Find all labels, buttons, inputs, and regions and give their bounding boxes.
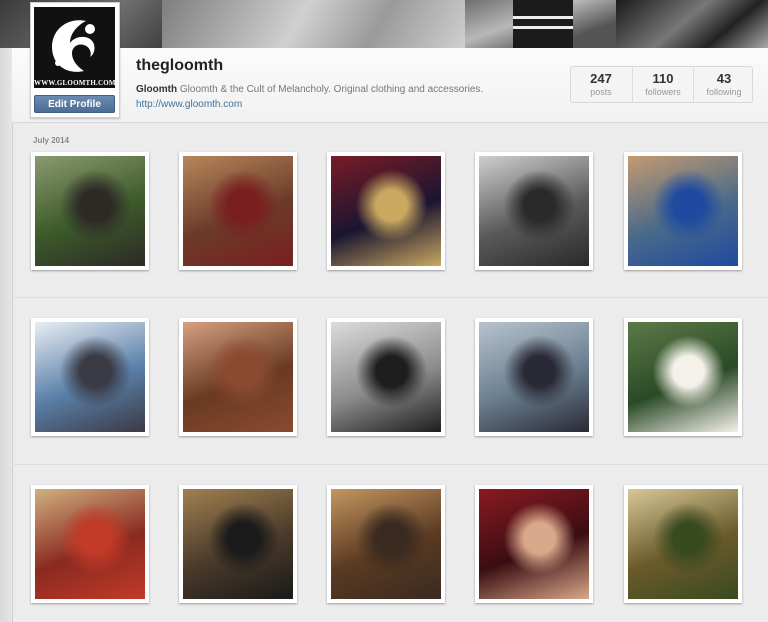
photo-ferris-wheel-sky[interactable] (31, 318, 149, 436)
edit-profile-button[interactable]: Edit Profile (34, 95, 115, 113)
profile-header: WWW.GLOOMTH.COM Edit Profile thegloomth … (12, 2, 768, 123)
photo-woman-velvet-coat[interactable] (327, 152, 445, 270)
photo-selfie-face[interactable] (179, 318, 297, 436)
stat-followers[interactable]: 110 followers (632, 67, 693, 102)
avatar-logo: WWW.GLOOMTH.COM (34, 7, 115, 88)
photo-image (628, 489, 738, 599)
bio: Gloomth Gloomth & the Cult of Melancholy… (136, 84, 483, 95)
photo-image (331, 322, 441, 432)
photo-umbrella-bw[interactable] (327, 318, 445, 436)
banner-photo-2 (162, 0, 465, 48)
following-label: following (706, 87, 742, 97)
avatar[interactable]: WWW.GLOOMTH.COM Edit Profile (30, 2, 120, 118)
photo-image (628, 322, 738, 432)
photo-image (35, 489, 145, 599)
row-divider (12, 297, 768, 298)
bio-text: Gloomth & the Cult of Melancholy. Origin… (179, 84, 484, 95)
photo-teddy-bear-cape[interactable] (179, 152, 297, 270)
followers-label: followers (645, 87, 681, 97)
photo-image (183, 489, 293, 599)
photo-image (479, 156, 589, 266)
followers-count: 110 (652, 71, 674, 86)
photo-girl-at-lake[interactable] (475, 318, 593, 436)
photo-vintage-paper-flowers[interactable] (624, 485, 742, 603)
username: thegloomth (136, 57, 224, 74)
banner-photo-3 (465, 0, 616, 48)
photo-image (35, 322, 145, 432)
photo-garden-gate-girl[interactable] (31, 152, 149, 270)
photo-image (35, 156, 145, 266)
stat-following[interactable]: 43 following (693, 67, 754, 102)
posts-count: 247 (590, 71, 612, 86)
avatar-url-text: WWW.GLOOMTH.COM (34, 79, 115, 87)
photo-girl-reading-curtain[interactable] (475, 485, 593, 603)
photo-ghost-in-leaves[interactable] (624, 318, 742, 436)
photo-cat-and-bear[interactable] (179, 485, 297, 603)
photo-teddy-bear-bench[interactable] (327, 485, 445, 603)
following-count: 43 (716, 71, 732, 86)
photo-image (628, 156, 738, 266)
profile-stats: 247 posts 110 followers 43 following (570, 66, 753, 103)
photo-image (331, 156, 441, 266)
photo-carousel-bw[interactable] (475, 152, 593, 270)
full-name: Gloomth (136, 84, 178, 95)
photo-image (183, 156, 293, 266)
website-link[interactable]: http://www.gloomth.com (136, 99, 242, 110)
banner-photo-4 (616, 0, 768, 48)
photo-cat-in-cage[interactable] (624, 152, 742, 270)
photo-cult-banner-print[interactable] (31, 485, 149, 603)
photo-image (479, 489, 589, 599)
photo-image (479, 322, 589, 432)
row-divider (12, 464, 768, 465)
stat-posts[interactable]: 247 posts (571, 67, 631, 102)
photo-image (331, 489, 441, 599)
section-date-label: July 2014 (33, 136, 70, 145)
posts-label: posts (590, 87, 612, 97)
photo-image (183, 322, 293, 432)
